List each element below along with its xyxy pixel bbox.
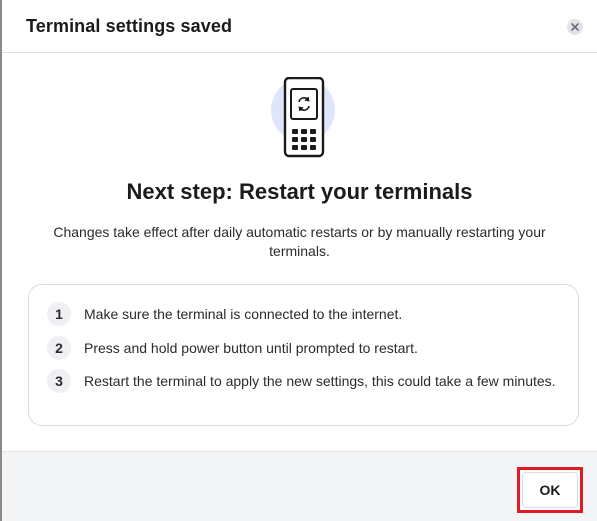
step-item: 3 Restart the terminal to apply the new … [47,369,562,393]
step-number: 2 [47,336,71,360]
terminal-restart-icon [271,77,335,158]
close-icon [571,23,579,31]
dialog-title: Terminal settings saved [26,16,233,36]
step-text: Press and hold power button until prompt… [84,340,418,356]
step-text: Restart the terminal to apply the new se… [84,373,556,389]
step-item: 2 Press and hold power button until prom… [47,336,562,360]
next-step-heading: Next step: Restart your terminals [126,179,473,204]
dialog-header: Terminal settings saved [2,0,597,53]
step-number: 1 [47,302,71,326]
step-number: 3 [47,369,71,393]
step-text: Make sure the terminal is connected to t… [84,306,403,322]
terminal-settings-dialog: Terminal settings saved Next step: Resta… [0,0,597,521]
step-item: 1 Make sure the terminal is connected to… [47,302,562,326]
restart-description: Changes take effect after daily automati… [53,224,546,259]
close-button[interactable] [567,19,583,35]
dialog-footer: OK [2,451,597,521]
dialog-content: Next step: Restart your terminals Change… [2,53,597,451]
steps-card: 1 Make sure the terminal is connected to… [28,284,579,426]
ok-button-highlight: OK [517,467,583,513]
ok-button[interactable]: OK [522,472,578,508]
